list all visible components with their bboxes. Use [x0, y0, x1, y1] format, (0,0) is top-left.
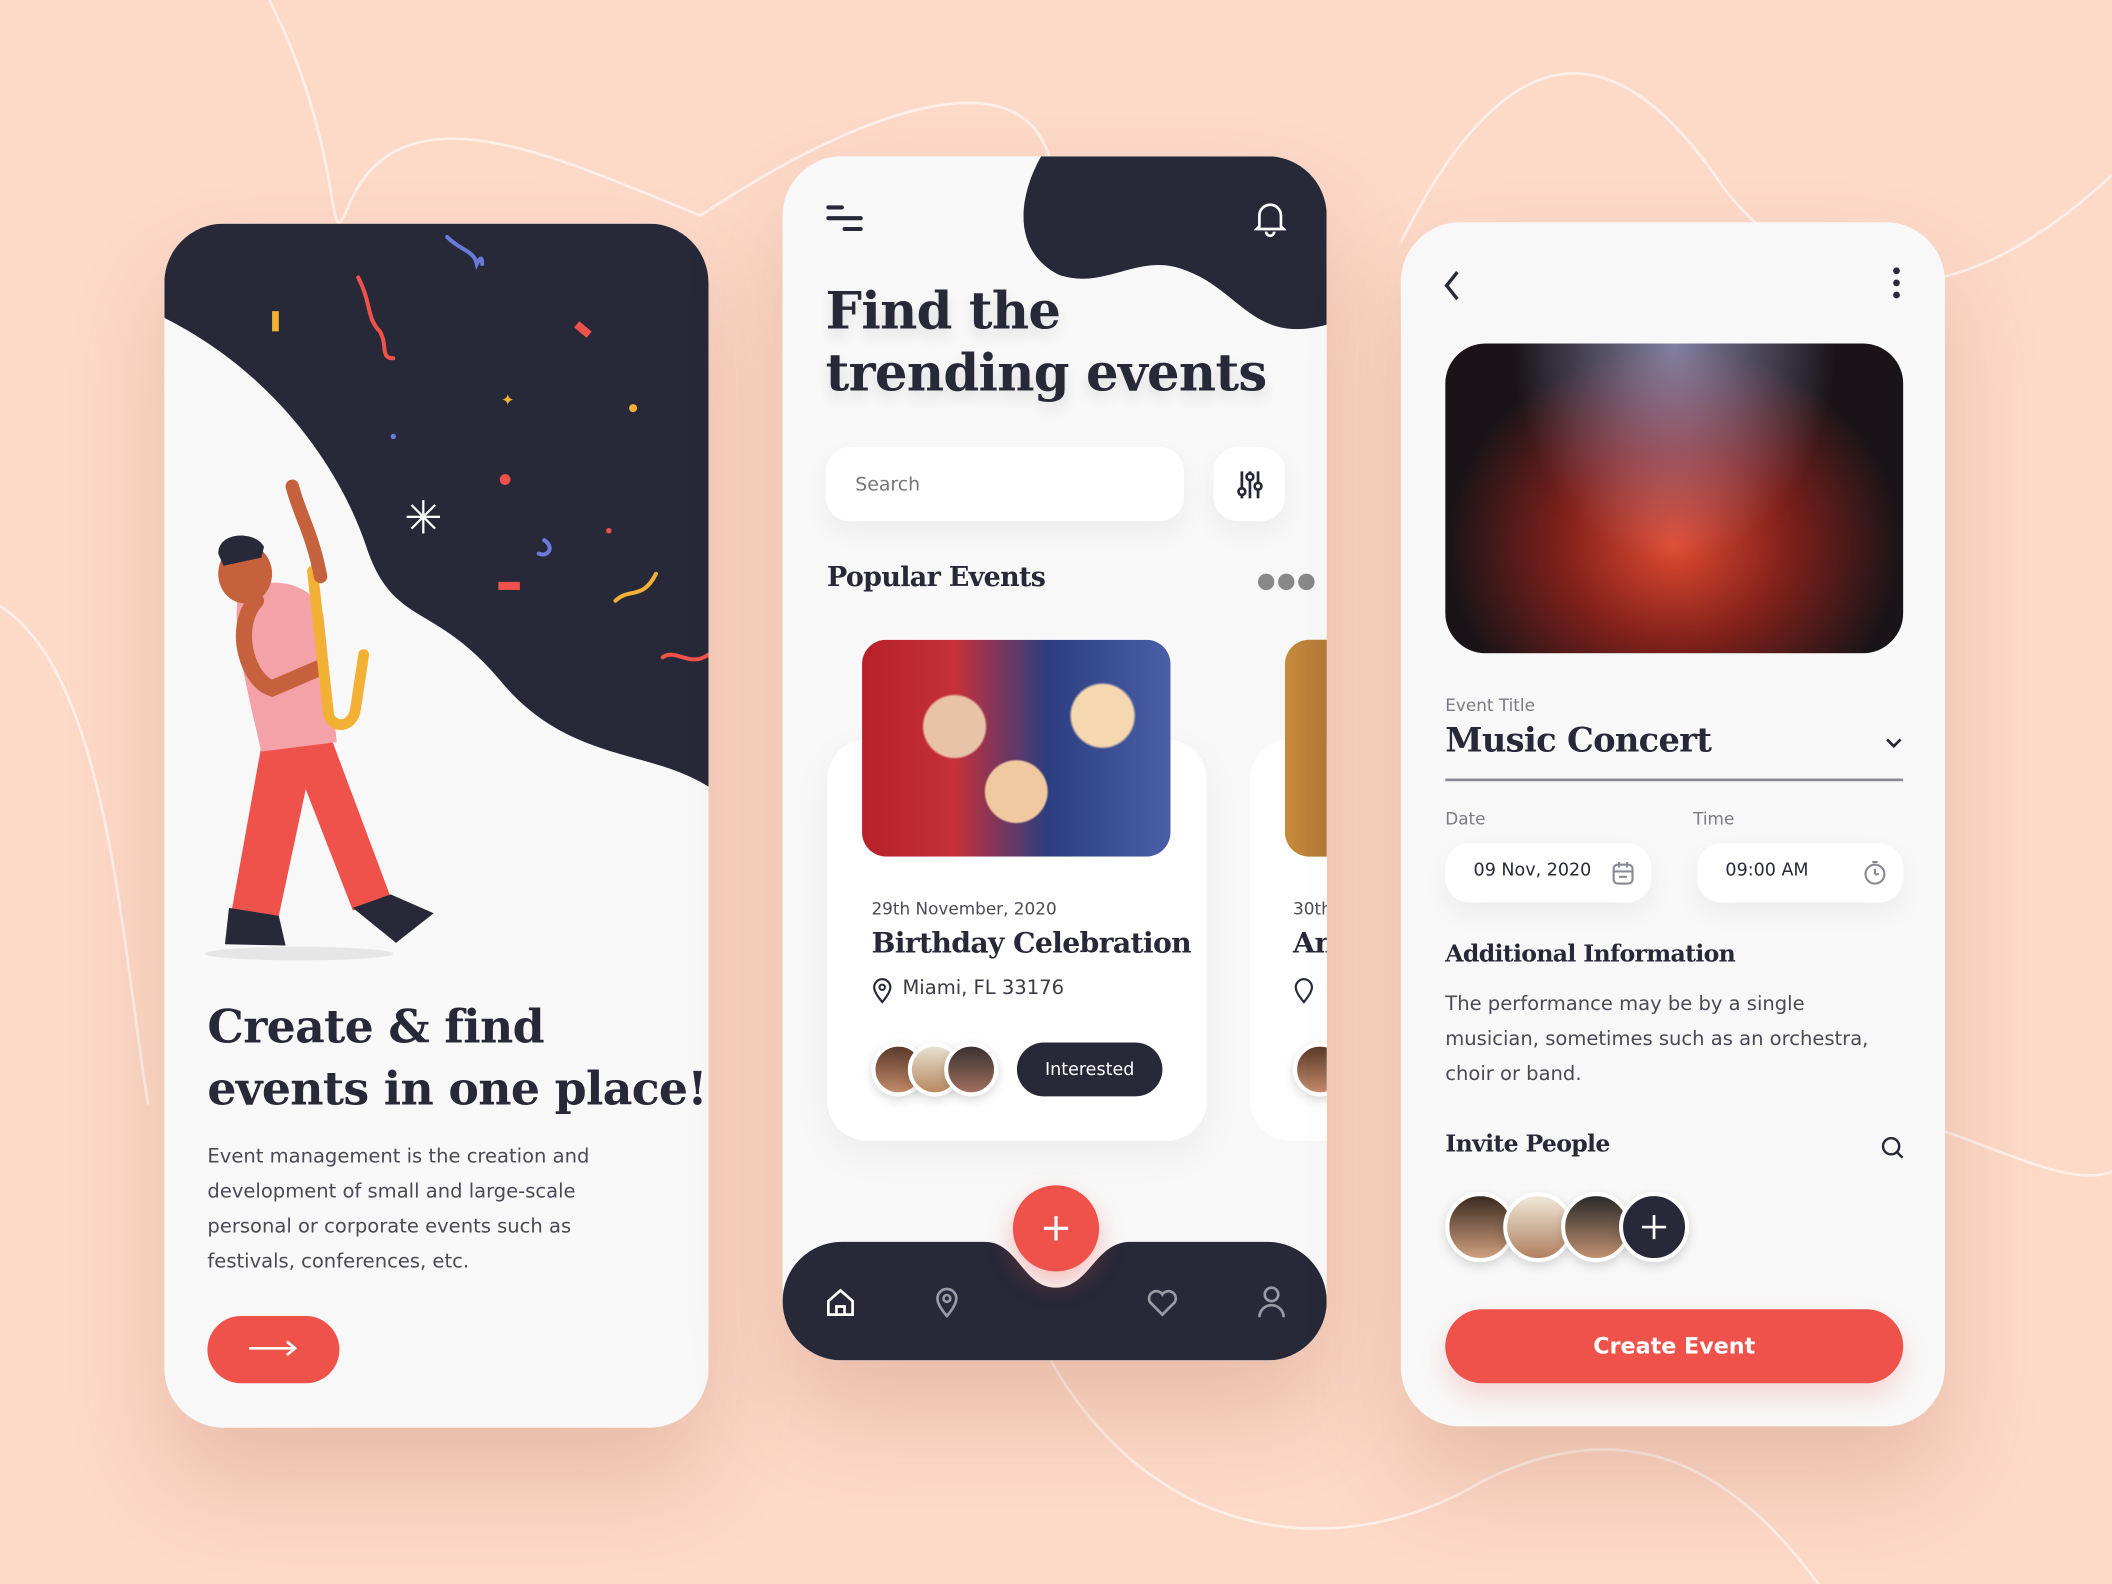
event-title-select[interactable]: Music Concert: [1445, 720, 1904, 782]
event-title: Birthday Celebration: [871, 925, 1192, 960]
home-title-line2: trending events: [825, 342, 1268, 403]
date-field[interactable]: 09 Nov, 2020: [1445, 843, 1652, 903]
home-title-line1: Find the: [825, 280, 1061, 341]
section-title: Popular Events: [827, 560, 1046, 593]
filter-button[interactable]: [1213, 447, 1285, 522]
create-event-button[interactable]: Create Event: [1445, 1309, 1904, 1384]
home-icon[interactable]: [826, 1286, 856, 1318]
search-icon[interactable]: [1880, 1135, 1904, 1159]
event-card[interactable]: 30th An: [1249, 639, 1327, 1141]
event-title-value: Music Concert: [1445, 720, 1712, 760]
interested-button[interactable]: Interested: [1016, 1042, 1163, 1097]
location-pin-icon: [873, 978, 892, 1004]
location-pin-icon: [1294, 978, 1313, 1004]
add-icon: [1641, 1214, 1667, 1240]
onboarding-title-line1: Create & find: [207, 1000, 545, 1055]
chevron-left-icon[interactable]: [1441, 268, 1463, 303]
showcase-canvas: ✦ ✳ Create & find events in one place! E…: [0, 0, 2112, 1584]
home-screen: Find the trending events Popular Events …: [782, 156, 1327, 1361]
event-date: 30th: [1293, 898, 1327, 919]
svg-text:✳: ✳: [404, 490, 442, 544]
calendar-icon: [1612, 862, 1634, 885]
event-title-label: Event Title: [1445, 695, 1535, 716]
invite-title: Invite People: [1445, 1131, 1610, 1159]
sliders-icon: [1236, 470, 1263, 498]
add-event-button[interactable]: [1012, 1185, 1100, 1272]
info-text: The performance may be by a single music…: [1445, 994, 1869, 1086]
menu-icon[interactable]: [826, 205, 864, 235]
event-date: 29th November, 2020: [871, 898, 1057, 919]
event-card[interactable]: 29th November, 2020 Birthday Celebration…: [827, 639, 1207, 1141]
timer-icon: [1864, 860, 1886, 885]
search-input[interactable]: [825, 447, 1184, 522]
info-title: Additional Information: [1445, 941, 1736, 969]
location-icon[interactable]: [933, 1286, 960, 1319]
attendee-avatar: [944, 1042, 999, 1097]
next-button[interactable]: [207, 1315, 340, 1384]
onboarding-description: Event management is the creation and dev…: [207, 1146, 590, 1273]
onboarding-title-line2: events in one place!: [207, 1062, 707, 1117]
more-vertical-icon[interactable]: [1891, 265, 1902, 303]
svg-text:✦: ✦: [501, 390, 515, 409]
date-value: 09 Nov, 2020: [1473, 860, 1592, 881]
time-field[interactable]: 09:00 AM: [1697, 843, 1904, 903]
illustration: ✦ ✳: [164, 223, 709, 961]
add-icon: [1043, 1216, 1069, 1241]
heart-icon[interactable]: [1146, 1288, 1178, 1318]
bell-icon[interactable]: [1254, 199, 1287, 238]
more-horizontal-icon[interactable]: ●●●: [1257, 567, 1317, 593]
event-image: [1284, 639, 1327, 857]
event-title: An: [1293, 925, 1327, 960]
arrow-right-icon: [249, 1339, 298, 1356]
add-invitee-button[interactable]: [1619, 1192, 1690, 1263]
event-image: [862, 639, 1171, 857]
chevron-down-icon: [1886, 738, 1902, 749]
event-location: Miami, FL 33176: [902, 977, 1065, 1000]
attendee-avatar: [1293, 1042, 1327, 1097]
time-value: 09:00 AM: [1725, 860, 1809, 881]
create-event-screen: Event Title Music Concert Date Time 09 N…: [1400, 222, 1945, 1427]
user-icon[interactable]: [1257, 1285, 1287, 1320]
onboarding-screen: ✦ ✳ Create & find events in one place! E…: [164, 223, 709, 1428]
date-label: Date: [1445, 808, 1486, 829]
event-cover-image[interactable]: [1445, 343, 1904, 654]
time-label: Time: [1693, 808, 1735, 829]
